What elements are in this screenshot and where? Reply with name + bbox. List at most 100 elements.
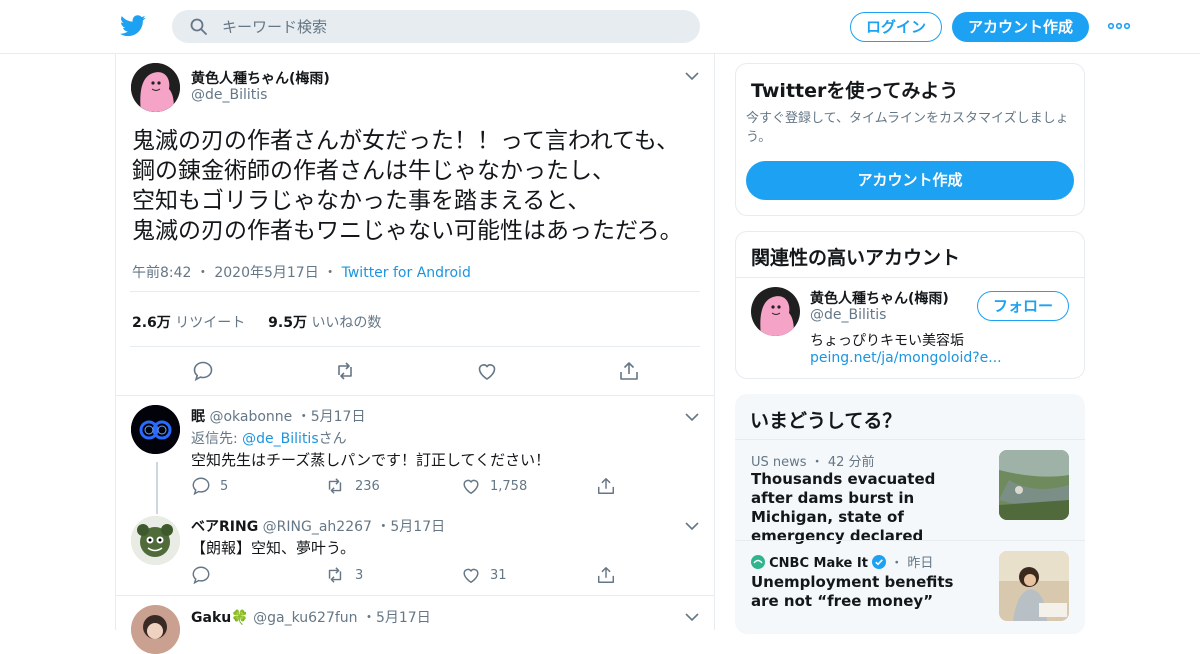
avatar[interactable] — [131, 63, 180, 112]
reply-to-handle[interactable]: @de_Bilitis — [242, 431, 318, 447]
like-icon[interactable] — [461, 476, 481, 496]
likes-count: 9.5万 — [268, 315, 307, 331]
signup-card: Twitterを使ってみよう 今すぐ登録して、タイムラインをカスタマイズしましょ… — [735, 63, 1085, 216]
trend-source-name: CNBC Make It — [769, 556, 868, 571]
retweets-count: 2.6万 — [132, 315, 171, 331]
trend-source: US news ・ 42 分前 — [751, 451, 875, 470]
search-icon — [190, 18, 207, 35]
signup-card-description: 今すぐ登録して、タイムラインをカスタマイズしましょう。 — [746, 111, 1069, 145]
search-input[interactable] — [222, 10, 682, 43]
main-timeline: 黄色人種ちゃん(梅雨) @de_Bilitis 鬼滅の刃の作者さんが女だった！！… — [115, 54, 715, 654]
avatar-image — [131, 63, 180, 112]
signup-card-button[interactable]: アカウント作成 — [746, 161, 1074, 200]
chevron-down-icon[interactable] — [685, 412, 699, 422]
account-handle[interactable]: @de_Bilitis — [810, 307, 886, 323]
retweet-icon[interactable] — [334, 360, 356, 382]
trends-card: いまどうしてる？ US news ・ 42 分前 Thousands evacu… — [735, 394, 1085, 634]
twitter-logo-icon[interactable] — [120, 14, 146, 38]
reply-date[interactable]: 5月17日 — [376, 610, 431, 626]
like-stat[interactable]: 9.5万 いいねの数 — [268, 315, 381, 331]
retweet-icon[interactable] — [325, 476, 345, 496]
reply-icon[interactable] — [191, 476, 211, 496]
like-icon[interactable] — [461, 565, 481, 585]
relevant-accounts-title: 関連性の高いアカウント — [751, 247, 961, 269]
trend-source: CNBC Make It ・ 昨日 — [751, 552, 933, 571]
tweet-text: 鬼滅の刃の作者さんが女だった！！って言われても、 鋼の錬金術師の作者さんは牛じゃ… — [132, 128, 683, 244]
like-count: 1,758 — [490, 479, 528, 494]
chevron-down-icon[interactable] — [685, 612, 699, 622]
reply-author-handle[interactable]: @RING_ah2267 — [263, 519, 372, 535]
trend-thumbnail — [999, 551, 1069, 621]
cnbc-logo-icon — [751, 555, 765, 569]
follow-button[interactable]: フォロー — [977, 291, 1069, 321]
relevant-accounts-card: 関連性の高いアカウント 黄色人種ちゃん(梅雨) @de_Bilitis ちょっぴ… — [735, 231, 1085, 379]
reply-author-handle[interactable]: @okabonne — [209, 409, 292, 425]
likes-label: いいねの数 — [311, 315, 382, 331]
share-icon[interactable] — [596, 476, 616, 496]
meta-separator: ・ — [323, 265, 342, 281]
reply-text: 空知先生はチーズ蒸しパンです！訂正してください！ — [191, 451, 551, 469]
trend-source-name: US news — [751, 455, 807, 470]
meta-separator: ・ — [806, 455, 828, 470]
trend-thumbnail — [999, 450, 1069, 520]
avatar[interactable] — [131, 405, 180, 454]
retweets-label: リツイート — [175, 315, 246, 331]
retweet-stat[interactable]: 2.6万 リツイート — [132, 315, 245, 331]
login-button[interactable]: ログイン — [850, 12, 942, 42]
reply-count: 5 — [220, 479, 229, 494]
chevron-down-icon[interactable] — [685, 71, 699, 81]
tweet-source-link[interactable]: Twitter for Android — [342, 265, 471, 281]
reply-author-name[interactable]: ベアRING — [191, 519, 258, 535]
divider — [130, 346, 700, 347]
trend-headline: Unemployment benefits are not “free mone… — [751, 573, 954, 610]
account-name[interactable]: 黄色人種ちゃん(梅雨) — [810, 288, 949, 308]
avatar-image — [751, 287, 800, 336]
retweet-icon[interactable] — [325, 565, 345, 585]
meta-separator: ・ — [195, 265, 210, 281]
share-icon[interactable] — [596, 565, 616, 585]
meta-separator: ・ — [296, 409, 311, 425]
account-bio: ちょっぴりキモい美容垢 — [810, 333, 964, 349]
tweet-author-handle[interactable]: @de_Bilitis — [191, 87, 267, 103]
reply-author-handle[interactable]: @ga_ku627fun — [253, 610, 357, 626]
reply-date[interactable]: 5月17日 — [311, 409, 366, 425]
trend-item[interactable]: CNBC Make It ・ 昨日 Unemployment benefits … — [735, 540, 1085, 634]
account-link[interactable]: peing.net/ja/mongoloid?e... — [810, 350, 1002, 366]
divider — [116, 595, 714, 596]
reply-to: 返信先: @de_Bilitisさん — [191, 428, 347, 448]
reply-author-name[interactable]: 眠 — [191, 409, 205, 425]
avatar[interactable] — [751, 287, 800, 336]
signup-card-title: Twitterを使ってみよう — [751, 80, 959, 102]
trend-time: 42 分前 — [827, 455, 875, 470]
trend-time: 昨日 — [907, 556, 934, 571]
reply-header: Gaku🍀 @ga_ku627fun ・5月17日 — [191, 607, 431, 627]
tweet-stats: 2.6万 リツイート 9.5万 いいねの数 — [132, 312, 381, 332]
reply-text: 【朗報】空知、夢叶う。 — [191, 539, 356, 557]
tweet-time[interactable]: 午前8:42 — [132, 265, 191, 281]
trends-title: いまどうしてる？ — [750, 410, 902, 432]
reply-author-name[interactable]: Gaku🍀 — [191, 610, 249, 626]
reply-header: ベアRING @RING_ah2267 ・5月17日 — [191, 516, 445, 536]
avatar-image — [131, 405, 180, 454]
reply-icon[interactable] — [191, 565, 211, 585]
share-icon[interactable] — [618, 360, 640, 382]
trend-headline: Thousands evacuated after dams burst in … — [751, 470, 936, 545]
more-options-icon[interactable] — [1107, 16, 1131, 36]
divider — [130, 291, 700, 292]
signup-button[interactable]: アカウント作成 — [952, 12, 1089, 42]
like-icon[interactable] — [476, 360, 498, 382]
meta-separator: ・ — [361, 610, 376, 626]
divider — [736, 277, 1084, 278]
tweet-author-name[interactable]: 黄色人種ちゃん(梅雨) — [191, 68, 330, 88]
meta-separator: ・ — [376, 519, 391, 535]
trend-item[interactable]: US news ・ 42 分前 Thousands evacuated afte… — [735, 439, 1085, 545]
reply-icon[interactable] — [192, 360, 214, 382]
search-box[interactable] — [172, 10, 700, 43]
avatar[interactable] — [131, 516, 180, 565]
chevron-down-icon[interactable] — [685, 521, 699, 531]
top-bar: ログイン アカウント作成 — [0, 0, 1200, 54]
tweet-date[interactable]: 2020年5月17日 — [214, 265, 318, 281]
reply-date[interactable]: 5月17日 — [390, 519, 445, 535]
retweet-count: 236 — [355, 479, 380, 494]
verified-badge-icon — [872, 555, 887, 569]
